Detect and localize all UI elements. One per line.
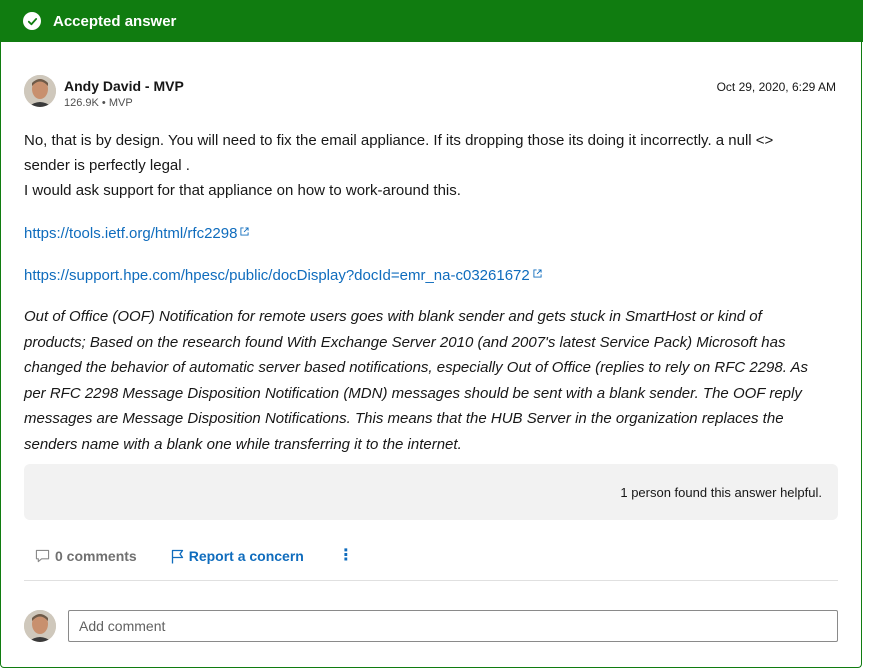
accepted-answer-banner: Accepted answer [1,0,863,42]
comments-button[interactable]: 0 comments [35,548,137,564]
author-info: Andy David - MVP 126.9K • MVP [24,75,184,110]
divider [24,580,838,581]
quote-line: Out of Office (OOF) Notification for rem… [24,308,762,325]
flag-icon [171,549,184,564]
answer-line: No, that is by design. You will need to … [24,132,774,149]
quote-line: products; Based on the research found Wi… [24,333,786,351]
add-comment-input[interactable] [68,610,838,642]
link-row: https://tools.ietf.org/html/rfc2298 [24,221,249,245]
check-circle-icon [23,12,41,30]
more-options-button[interactable]: ⋮ [338,548,354,564]
author-name[interactable]: Andy David - MVP [64,77,184,95]
report-concern-button[interactable]: Report a concern [171,548,304,564]
quote-line: senders name with a blank one while tran… [24,435,462,453]
banner-title: Accepted answer [53,12,177,30]
helpful-count-panel: 1 person found this answer helpful. [24,464,838,520]
answer-date: Oct 29, 2020, 6:29 AM [716,80,836,94]
author-reputation: 126.9K • MVP [64,97,133,109]
helpful-count-text: 1 person found this answer helpful. [620,484,822,500]
answer-actions: 0 comments Report a concern ⋮ [35,546,354,566]
report-label: Report a concern [188,548,304,564]
answer-body: No, that is by design. You will need to … [24,128,844,203]
answer-line: I would ask support for that appliance o… [24,182,461,199]
quote-line: messages are Message Disposition Notific… [24,410,784,428]
external-link-icon [533,263,542,285]
avatar[interactable] [24,75,56,107]
rfc2298-link[interactable]: https://tools.ietf.org/html/rfc2298 [24,225,237,242]
quoted-explanation: Out of Office (OOF) Notification for rem… [24,304,836,458]
quote-line: changed the behavior of automatic server… [24,359,809,377]
hpe-support-link[interactable]: https://support.hpe.com/hpesc/public/doc… [24,267,530,284]
link-row: https://support.hpe.com/hpesc/public/doc… [24,263,542,287]
answer-card: Accepted answer Andy David - MVP 126.9K … [0,0,863,668]
add-comment-row [24,610,838,642]
comment-bubble-icon [35,549,50,563]
avatar [24,610,56,642]
answer-line: sender is perfectly legal . [24,157,190,174]
external-link-icon [240,221,249,243]
quote-line: per RFC 2298 Message Disposition Notific… [24,384,802,402]
comments-label: 0 comments [55,548,137,564]
